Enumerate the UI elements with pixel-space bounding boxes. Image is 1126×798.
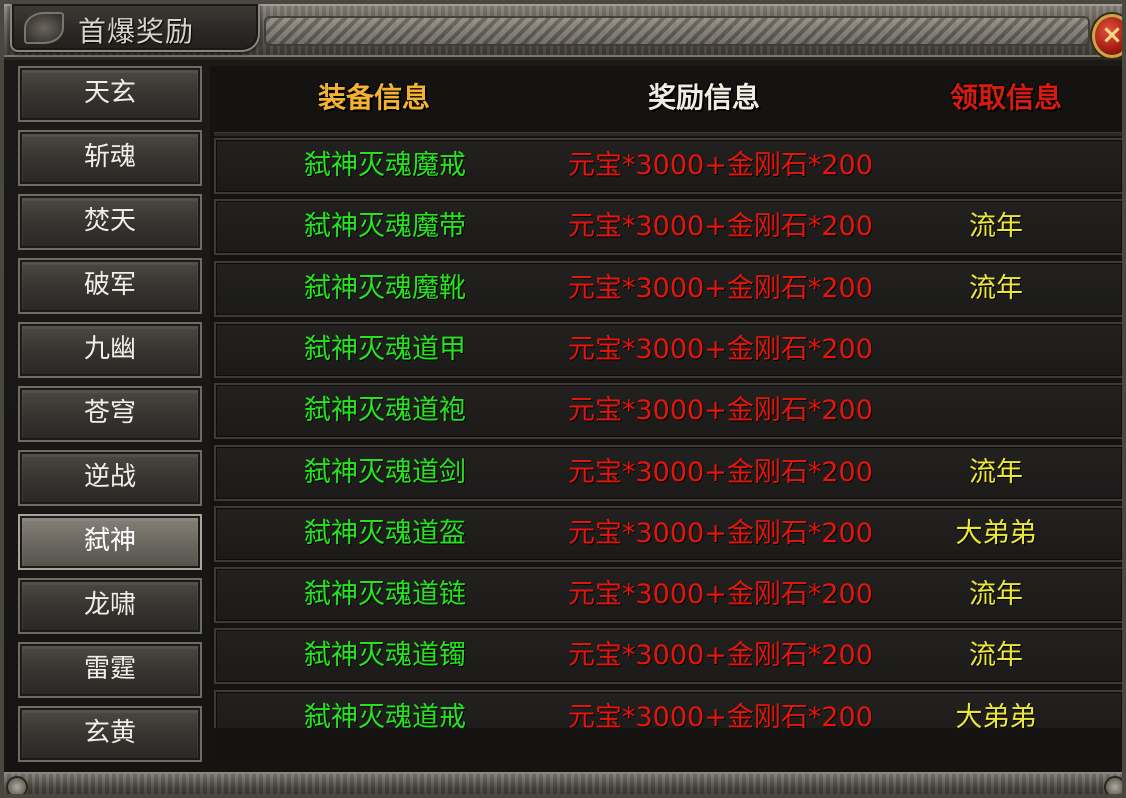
claim-cell: 大弟弟 — [955, 702, 1037, 728]
close-icon: × — [1101, 20, 1123, 50]
category-sidebar: 天玄斩魂焚天破军九幽苍穹逆战弑神龙啸雷霆玄黄 — [18, 66, 202, 766]
header-divider — [214, 132, 1122, 136]
title-tab: 首爆奖励 — [10, 4, 260, 52]
equip-name-cell: 弑神灭魂道甲 — [304, 334, 466, 365]
claim-cell: 流年 — [969, 640, 1023, 671]
sidebar-item[interactable]: 九幽 — [18, 322, 202, 378]
close-button[interactable]: × — [1092, 14, 1123, 58]
title-emblem-icon — [24, 12, 64, 44]
header-equip-info: 装备信息 — [318, 81, 431, 114]
reward-cell: 元宝*3000+金刚石*200 — [568, 395, 873, 426]
sidebar-item[interactable]: 斩魂 — [18, 130, 202, 186]
claim-cell: 流年 — [969, 211, 1023, 242]
table-row: 弑神灭魂道甲 元宝*3000+金刚石*200 — [214, 322, 1122, 378]
equip-name-cell: 弑神灭魂魔带 — [304, 211, 466, 242]
equip-name-cell: 弑神灭魂道剑 — [304, 457, 466, 488]
sidebar-item[interactable]: 天玄 — [18, 66, 202, 122]
equip-name-cell: 弑神灭魂魔靴 — [304, 273, 466, 304]
table-header-row: 装备信息 奖励信息 领取信息 — [210, 66, 1122, 132]
equip-name-cell: 弑神灭魂道袍 — [304, 395, 466, 426]
reward-cell: 元宝*3000+金刚石*200 — [568, 579, 873, 610]
sidebar-item[interactable]: 龙啸 — [18, 578, 202, 634]
sidebar-item[interactable]: 雷霆 — [18, 642, 202, 698]
table-row: 弑神灭魂魔靴 元宝*3000+金刚石*200 流年 — [214, 261, 1122, 317]
reward-cell: 元宝*3000+金刚石*200 — [568, 702, 873, 728]
window-bottom-bar — [4, 772, 1122, 794]
claim-cell: 流年 — [969, 273, 1023, 304]
table-rows-scroll-area[interactable]: 弑神灭魂魔戒 元宝*3000+金刚石*200 弑神灭魂魔带 元宝*3000+金刚石*2… — [214, 138, 1122, 728]
sidebar-item[interactable]: 焚天 — [18, 194, 202, 250]
header-reward-info: 奖励信息 — [648, 81, 761, 114]
table-row: 弑神灭魂道镯 元宝*3000+金刚石*200 流年 — [214, 628, 1122, 684]
reward-cell: 元宝*3000+金刚石*200 — [568, 518, 873, 549]
claim-cell: 流年 — [969, 579, 1023, 610]
sidebar-item[interactable]: 破军 — [18, 258, 202, 314]
equip-name-cell: 弑神灭魂道盔 — [304, 518, 466, 549]
equip-name-cell: 弑神灭魂魔戒 — [304, 150, 466, 181]
table-row: 弑神灭魂道戒 元宝*3000+金刚石*200 大弟弟 — [214, 690, 1122, 728]
claim-cell: 流年 — [969, 457, 1023, 488]
sidebar-item[interactable]: 苍穹 — [18, 386, 202, 442]
sidebar-item[interactable]: 弑神 — [18, 514, 202, 570]
table-row: 弑神灭魂道袍 元宝*3000+金刚石*200 — [214, 383, 1122, 439]
equip-name-cell: 弑神灭魂道链 — [304, 579, 466, 610]
reward-cell: 元宝*3000+金刚石*200 — [568, 211, 873, 242]
sidebar-item[interactable]: 玄黄 — [18, 706, 202, 762]
equip-name-cell: 弑神灭魂道戒 — [304, 702, 466, 728]
left-knob-icon — [6, 776, 28, 794]
sidebar-item[interactable]: 逆战 — [18, 450, 202, 506]
claim-cell — [916, 385, 1076, 437]
reward-window: 首爆奖励 × 天玄斩魂焚天破军九幽苍穹逆战弑神龙啸雷霆玄黄 装备信息 奖励信息 … — [0, 0, 1126, 798]
table-row: 弑神灭魂道盔 元宝*3000+金刚石*200 大弟弟 — [214, 506, 1122, 562]
reward-table: 装备信息 奖励信息 领取信息 弑神灭魂魔戒 元宝*3000+金刚石*200 弑神灭魂… — [210, 66, 1122, 766]
claim-cell — [916, 324, 1076, 376]
top-ornament — [264, 16, 1090, 46]
table-row: 弑神灭魂道剑 元宝*3000+金刚石*200 流年 — [214, 445, 1122, 501]
table-row: 弑神灭魂道链 元宝*3000+金刚石*200 流年 — [214, 567, 1122, 623]
claim-cell — [916, 140, 1076, 192]
equip-name-cell: 弑神灭魂道镯 — [304, 640, 466, 671]
right-knob-icon — [1104, 776, 1122, 794]
reward-cell: 元宝*3000+金刚石*200 — [568, 273, 873, 304]
reward-cell: 元宝*3000+金刚石*200 — [568, 457, 873, 488]
reward-cell: 元宝*3000+金刚石*200 — [568, 640, 873, 671]
table-row: 弑神灭魂魔戒 元宝*3000+金刚石*200 — [214, 138, 1122, 194]
header-claim-info: 领取信息 — [950, 81, 1063, 114]
reward-cell: 元宝*3000+金刚石*200 — [568, 334, 873, 365]
claim-cell: 大弟弟 — [955, 518, 1037, 549]
window-title: 首爆奖励 — [78, 15, 195, 48]
table-row: 弑神灭魂魔带 元宝*3000+金刚石*200 流年 — [214, 199, 1122, 255]
reward-cell: 元宝*3000+金刚石*200 — [568, 150, 873, 181]
